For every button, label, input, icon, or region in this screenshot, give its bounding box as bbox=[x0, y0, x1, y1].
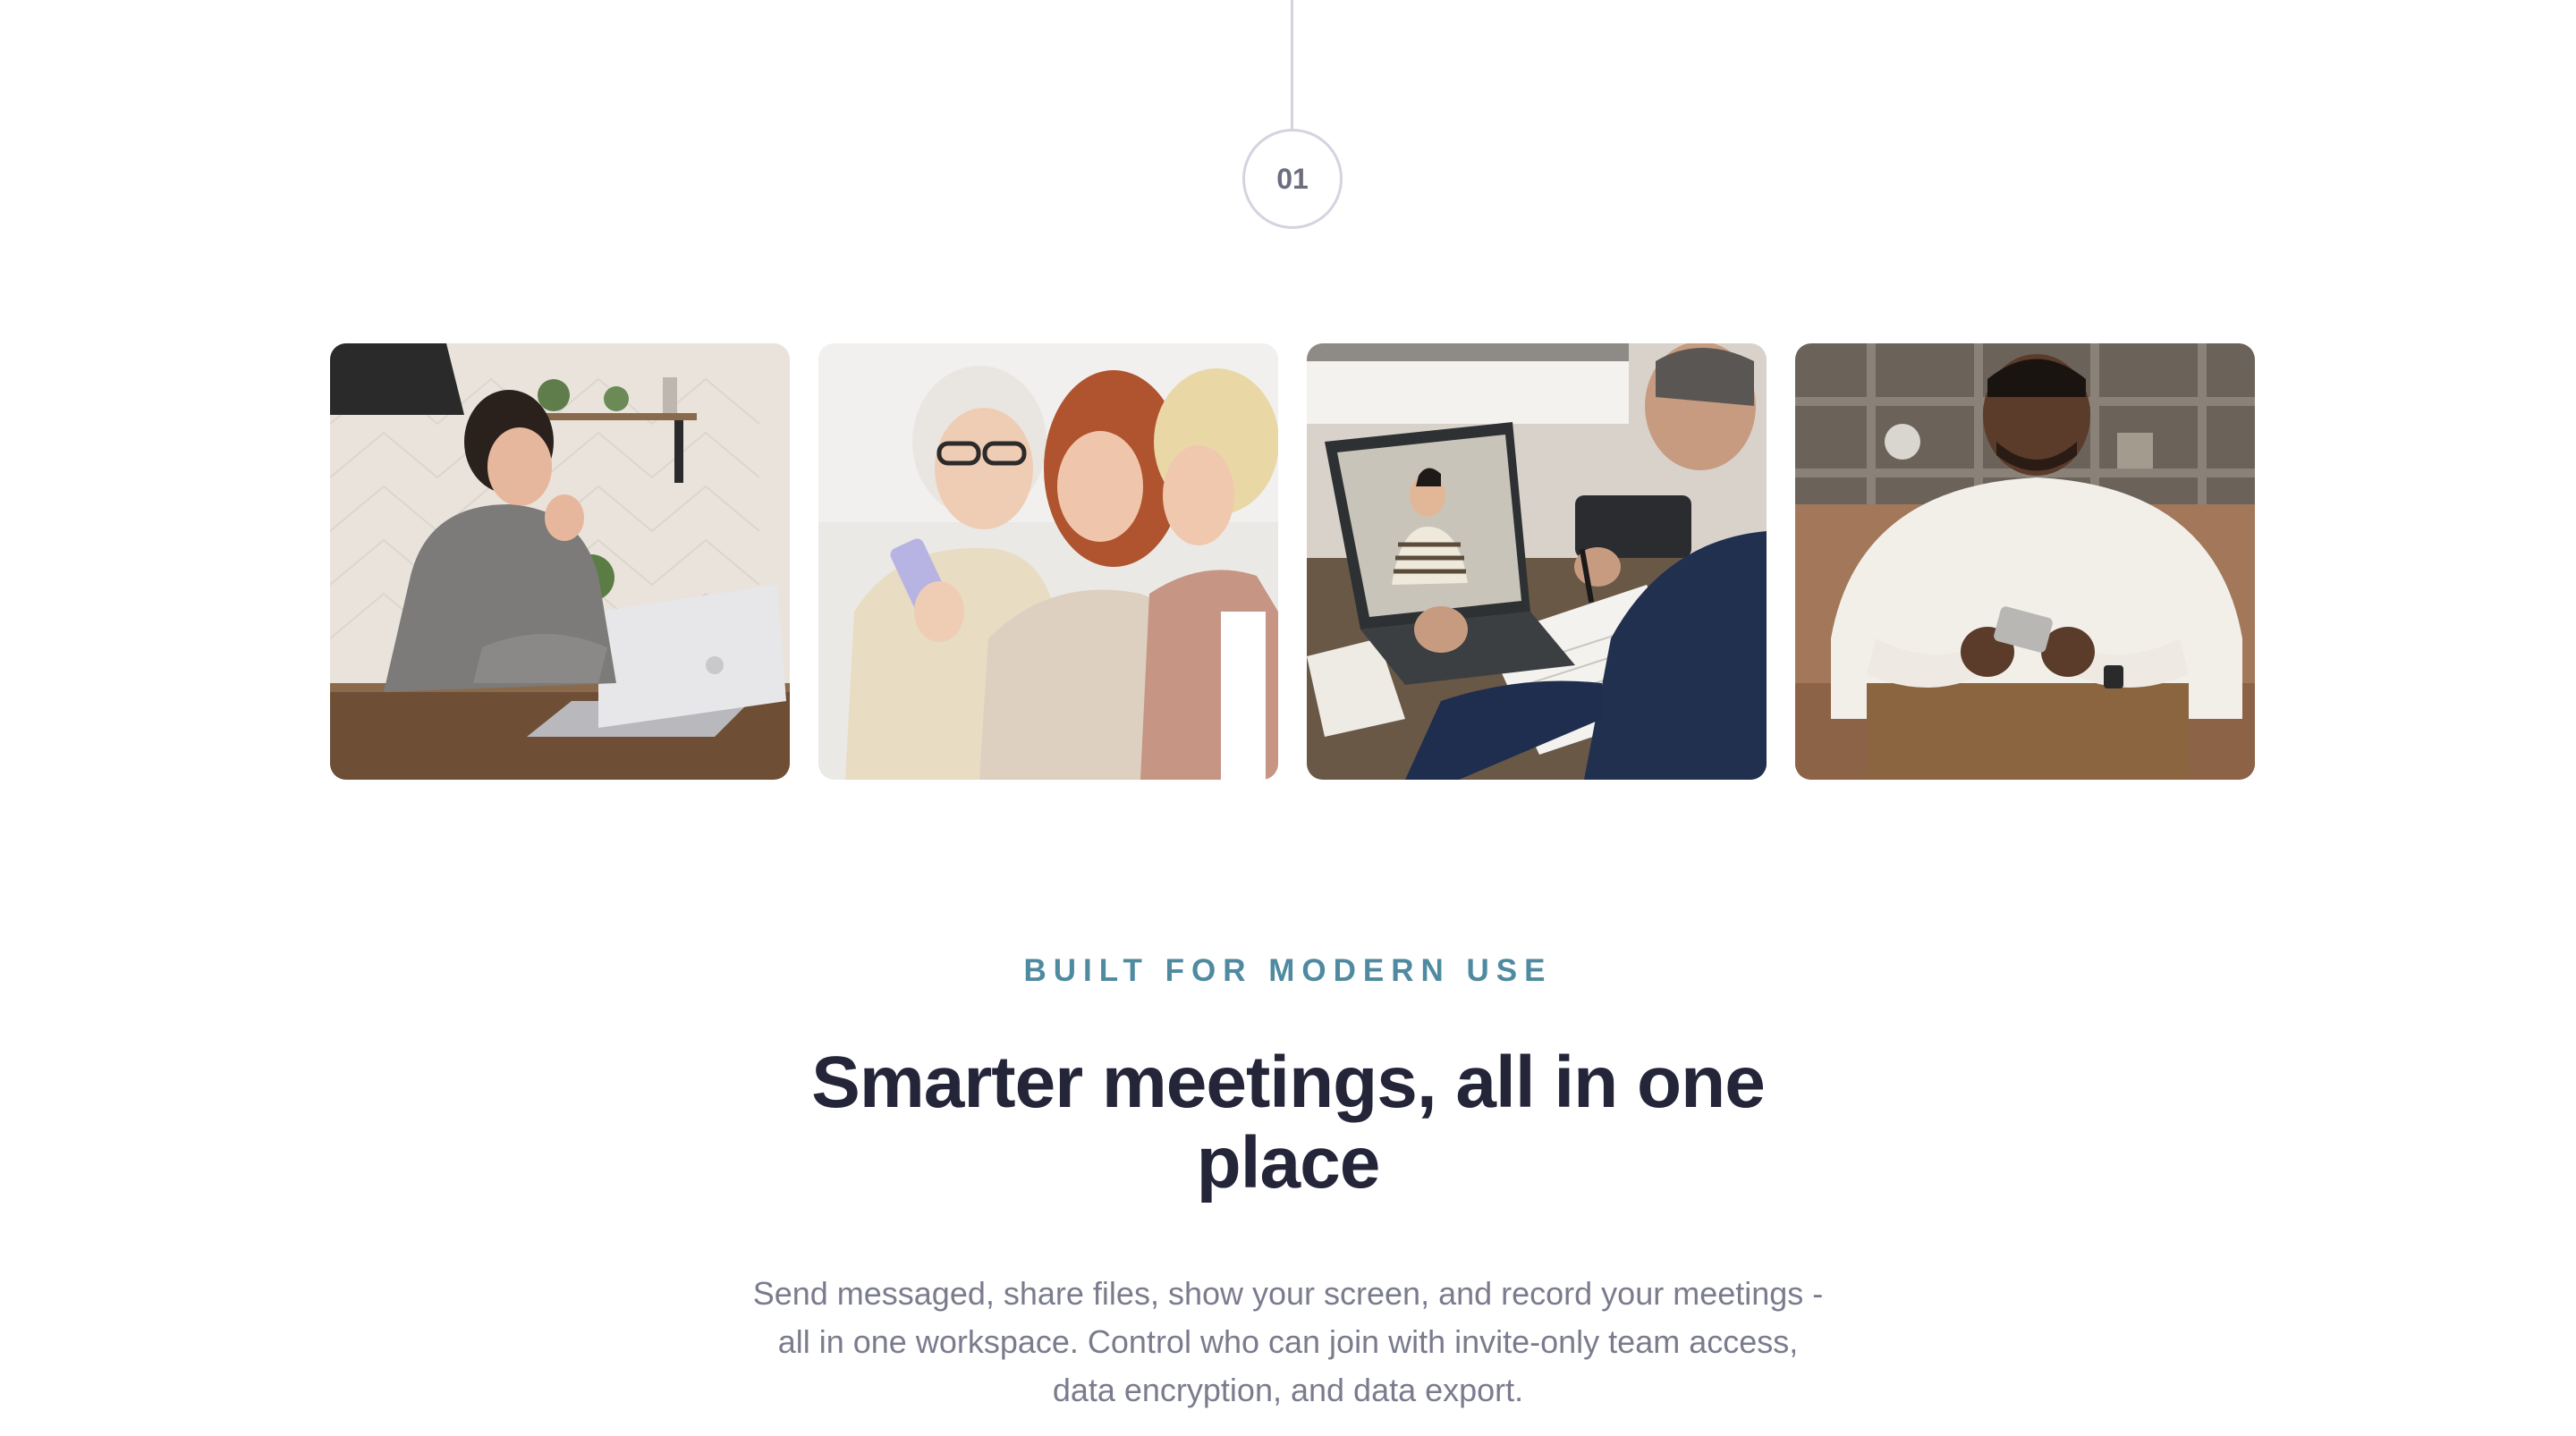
photo-grid bbox=[330, 343, 2255, 780]
timeline-connector bbox=[1291, 0, 1293, 129]
photo-woman-laptop bbox=[330, 343, 790, 780]
section-headline: Smarter meetings, all in one place bbox=[811, 1042, 1766, 1204]
photo-man-phone bbox=[1795, 343, 2255, 780]
photo-women-phone bbox=[818, 343, 1278, 780]
photo-woman-laptop-image bbox=[330, 343, 790, 780]
step-number: 01 bbox=[1276, 162, 1309, 195]
feature-section: 01 BUILT FOR MODERN USE Smarter meetings… bbox=[0, 0, 2576, 1436]
photo-women-phone-image bbox=[818, 343, 1278, 780]
section-eyebrow: BUILT FOR MODERN USE bbox=[1023, 953, 1553, 988]
photo-video-call-image bbox=[1307, 343, 1767, 780]
photo-man-phone-image bbox=[1795, 343, 2255, 780]
photo-video-call bbox=[1307, 343, 1767, 780]
section-body: Send messaged, share files, show your sc… bbox=[752, 1275, 1824, 1408]
step-badge: 01 bbox=[1242, 129, 1343, 229]
